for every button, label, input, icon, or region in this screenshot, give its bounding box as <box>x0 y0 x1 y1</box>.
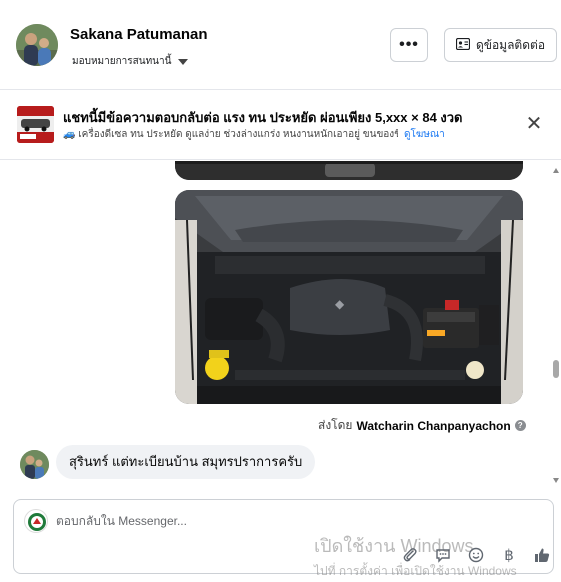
user-avatar-small[interactable] <box>20 450 49 479</box>
message-bubble[interactable]: สุรินทร์ แต่ทะเบียนบ้าน สมุทรปราการครับ <box>56 445 316 479</box>
ad-banner: แชทนี้มีข้อความตอบกลับต่อ แรง ทน ประหยัด… <box>0 90 561 160</box>
sent-by-info: ส่งโดย Watcharin Chanpanyachon ? <box>318 416 526 435</box>
scroll-up-arrow-icon[interactable] <box>553 168 559 173</box>
ad-description: 🚙 เครื่องดีเซล ทน ประหยัด ดูแลง่าย ช่วงล… <box>63 129 398 140</box>
chat-thread[interactable]: ◆ ส่งโดย Watcharin Chanpanyachon ? สุริน… <box>0 160 561 495</box>
user-avatar[interactable] <box>16 24 58 66</box>
paperclip-icon[interactable] <box>398 543 422 567</box>
emoji-icon[interactable] <box>464 543 488 567</box>
view-ad-link[interactable]: ดูโฆษณา <box>404 127 445 142</box>
baht-icon[interactable]: ฿ <box>497 543 521 567</box>
page-avatar <box>24 509 48 533</box>
view-contact-label: ดูข้อมูลติดต่อ <box>475 37 546 52</box>
ad-title[interactable]: แชทนี้มีข้อความตอบกลับต่อ แรง ทน ประหยัด… <box>63 107 463 128</box>
assign-label: มอบหมายการสนทนานี้ <box>72 56 172 67</box>
close-icon[interactable]: ✕ <box>522 113 546 137</box>
more-options-button[interactable]: ••• <box>390 28 428 62</box>
reply-input[interactable] <box>56 514 356 528</box>
reply-composer: เปิดใช้งาน Windows ไปที่ การตั้งค่า เพื่… <box>13 499 554 578</box>
sender-name[interactable]: Watcharin Chanpanyachon <box>356 419 510 433</box>
sent-by-prefix: ส่งโดย <box>318 418 353 432</box>
caret-down-icon <box>178 58 189 65</box>
scroll-down-arrow-icon[interactable] <box>553 478 559 483</box>
user-name[interactable]: Sakana Patumanan <box>70 26 208 43</box>
contact-card-icon <box>455 37 471 53</box>
ad-thumbnail[interactable] <box>17 106 54 143</box>
conversation-header: Sakana Patumanan มอบหมายการสนทนานี้ ••• … <box>0 0 561 90</box>
chat-bubble-icon[interactable] <box>431 543 455 567</box>
svg-text:◆: ◆ <box>335 297 345 311</box>
more-options-label: ••• <box>399 36 419 53</box>
scroll-thumb[interactable] <box>553 360 559 378</box>
help-icon[interactable]: ? <box>514 420 526 431</box>
engine-photo-attachment[interactable]: ◆ <box>175 190 523 404</box>
previous-image-attachment[interactable] <box>175 161 523 180</box>
like-icon[interactable] <box>530 543 554 567</box>
composer-toolbar: ฿ <box>398 543 554 567</box>
assign-conversation-dropdown[interactable]: มอบหมายการสนทนานี้ <box>72 54 189 69</box>
chat-scrollbar[interactable] <box>551 160 561 495</box>
view-contact-button[interactable]: ดูข้อมูลติดต่อ <box>444 28 557 62</box>
